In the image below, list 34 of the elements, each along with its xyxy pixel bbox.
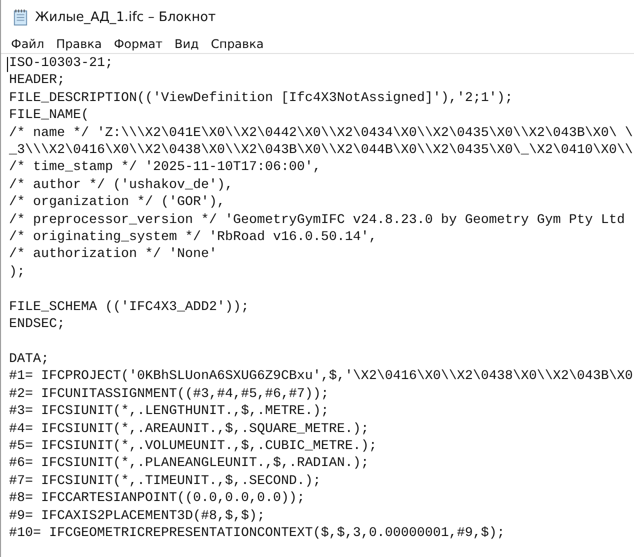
code-line: FILE_DESCRIPTION(('ViewDefinition [Ifc4X3NotAssigned]'),'2;1'); bbox=[9, 90, 513, 108]
code-line: /* organization */ ('GOR'), bbox=[9, 194, 225, 212]
menu-item[interactable]: Файл bbox=[5, 36, 50, 50]
code-line: _3\\\X2\0416\X0\\X2\0438\X0\\X2\043B\X0\\X2\044B\X0\\X2\0435\X0\_\X2\0410\X0\\ bbox=[9, 142, 633, 160]
menu-item[interactable]: Правка bbox=[50, 36, 108, 50]
code-line: /* originating_system */ 'RbRoad v16.0.50.14', bbox=[9, 229, 377, 247]
code-line: #8= IFCCARTESIANPOINT((0.0,0.0,0.0)); bbox=[9, 490, 305, 508]
code-line: #6= IFCSIUNIT(*,.PLANEANGLEUNIT.,$,.RADIAN.); bbox=[9, 455, 369, 474]
text-cursor bbox=[7, 57, 8, 72]
code-line: DATA; bbox=[9, 350, 49, 369]
code-line: /* name */ 'Z:\\\X2\041E\X0\\X2\0442\X0\\X2\0434\X0\\X2\0435\X0\\X2\043B\X0\ \ bbox=[9, 124, 633, 143]
code-line: #2= IFCUNITASSIGNMENT((#3,#4,#5,#6,#7)); bbox=[9, 386, 329, 404]
code-line: ISO-10303-21; bbox=[9, 55, 113, 73]
code-line: #1= IFCPROJECT('0KBhSLUonA6SXUG6Z9CBxu',$,'\X2\0416\X0\\X2\0438\X0\\X2\043B\X0 bbox=[9, 368, 633, 386]
code-line: /* preprocessor_version */ 'GeometryGymIFC v24.8.23.0 by Geometry Gym Pty Ltd bbox=[9, 212, 625, 230]
code-line: /* time_stamp */ '2025-11-10T17:06:00', bbox=[9, 159, 321, 178]
code-line: #7= IFCSIUNIT(*,.TIMEUNIT.,$,.SECOND.); bbox=[9, 472, 321, 491]
code-line: #3= IFCSIUNIT(*,.LENGTHUNIT.,$,.METRE.); bbox=[9, 403, 329, 422]
code-line: #9= IFCAXIS2PLACEMENT3D(#8,$,$); bbox=[9, 508, 265, 526]
code-line: ENDSEC; bbox=[9, 316, 65, 334]
code-line: /* authorization */ 'None' bbox=[9, 246, 217, 264]
code-line: FILE_NAME( bbox=[9, 107, 89, 126]
code-line: HEADER; bbox=[9, 72, 65, 90]
menu-item[interactable]: Справка bbox=[204, 36, 270, 50]
notepad-icon bbox=[13, 8, 28, 26]
code-line: FILE_SCHEMA (('IFC4X3_ADD2')); bbox=[9, 298, 249, 317]
window-title: Жилые_АД_1.ifc – Блокнот bbox=[35, 10, 216, 24]
code-line: /* author */ ('ushakov_de'), bbox=[9, 176, 233, 195]
code-line: #4= IFCSIUNIT(*,.AREAUNIT.,$,.SQUARE_METRE.); bbox=[9, 420, 369, 438]
menu-item[interactable]: Вид bbox=[168, 36, 205, 50]
code-line: ); bbox=[9, 264, 25, 282]
menu-item[interactable]: Формат bbox=[108, 36, 169, 50]
code-line: #5= IFCSIUNIT(*,.VOLUMEUNIT.,$,.CUBIC_METRE.); bbox=[9, 438, 377, 456]
code-line: #10= IFCGEOMETRICREPRESENTATIONCONTEXT($,$,3,0.00000001,#9,$); bbox=[9, 524, 505, 543]
